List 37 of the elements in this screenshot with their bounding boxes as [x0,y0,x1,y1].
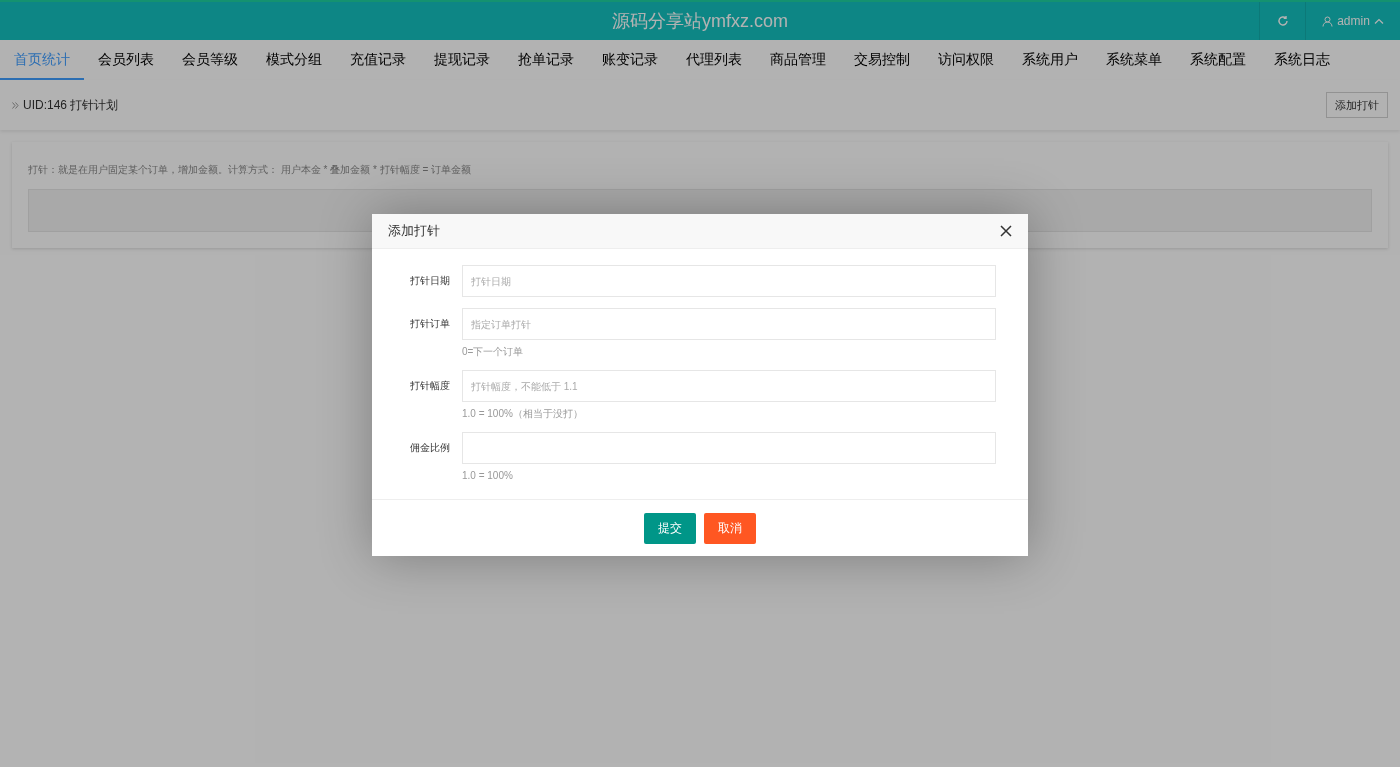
nav-tab[interactable]: 交易控制 [840,40,924,80]
field-label: 打针日期 [409,274,451,288]
close-icon [1000,225,1012,237]
add-button[interactable]: 添加打针 [1326,92,1388,118]
field-label: 打针订单 [409,317,451,331]
nav-tab[interactable]: 代理列表 [672,40,756,80]
note-text: 打针：就是在用户固定某个订单，增加金额。计算方式： 用户本金 * 叠加金额 * 打针幅度 = 订单金额 [28,163,473,177]
nav-tab[interactable]: 系统配置 [1176,40,1260,80]
refresh-icon [1276,15,1289,27]
nav-tab[interactable]: 会员等级 [168,40,252,80]
chevron-up-icon [1373,18,1384,24]
nav-tab[interactable]: 商品管理 [756,40,840,80]
dialog-title: 添加打针 [388,222,440,241]
nav-tab[interactable]: 访问权限 [924,40,1008,80]
nav-tab[interactable]: 抢单记录 [504,40,588,80]
nav-tab[interactable]: 系统用户 [1008,40,1092,80]
chevron-double-icon [12,101,19,109]
user-icon [1322,15,1334,27]
nav-tab[interactable]: 系统菜单 [1092,40,1176,80]
nav-tab[interactable]: 充值记录 [336,40,420,80]
input-field[interactable]: 打针幅度，不能低于 1.1 [462,370,996,402]
nav-tab[interactable]: 会员列表 [84,40,168,80]
nav-tab[interactable]: 系统日志 [1260,40,1344,80]
input-field[interactable]: 打针日期 [462,265,996,297]
field-hint: 1.0 = 100%（相当于没打） [462,407,584,421]
breadcrumb: UID:146 打针计划 [23,97,119,113]
dialog-button[interactable]: 提交 [644,512,696,544]
input-field[interactable]: 指定订单打针 [462,308,996,340]
field-label: 佣金比例 [409,441,451,455]
nav-tab[interactable]: 提现记录 [420,40,504,80]
close-button[interactable] [1000,225,1012,237]
field-hint: 1.0 = 100% [462,469,514,483]
nav-tab[interactable]: 模式分组 [252,40,336,80]
nav-tab[interactable]: 账变记录 [588,40,672,80]
site-title: 源码分享站ymfxz.com [612,10,788,33]
input-field[interactable] [462,432,996,464]
field-label: 打针幅度 [409,379,451,393]
